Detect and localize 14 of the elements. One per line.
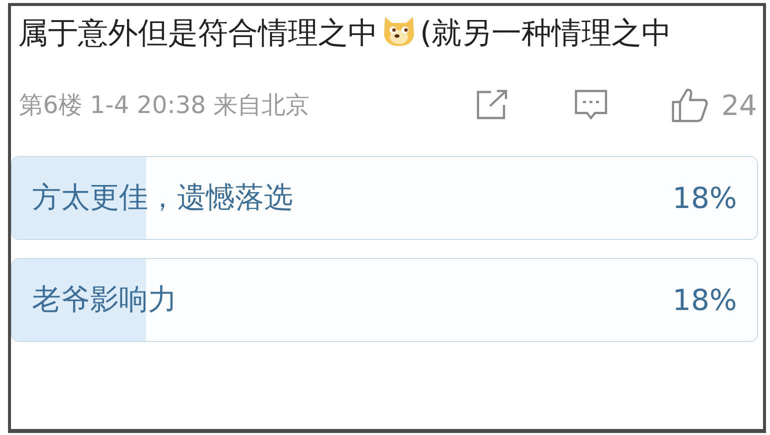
share-icon[interactable] (475, 89, 510, 121)
vote-percent: 18% (672, 181, 737, 215)
dog-face-icon (382, 15, 416, 47)
option-label: 方太更佳，遗憾落选 (32, 179, 293, 216)
vote-percent: 18% (672, 283, 737, 317)
thumbs-up-icon[interactable] (671, 87, 710, 123)
poll-option[interactable]: 老爷影响力 18% (11, 258, 758, 342)
poll-option[interactable]: 方太更佳，遗憾落选 18% (11, 156, 758, 240)
option-label: 老爷影响力 (32, 281, 177, 318)
like-count: 24 (721, 88, 757, 122)
post-meta: 第6楼 1-4 20:38 来自北京 (19, 90, 311, 121)
post-text: (就另一种情理之中 (420, 16, 672, 51)
post-text: 属于意外但是符合情理之中 (18, 16, 378, 51)
comment-icon[interactable] (573, 89, 610, 121)
